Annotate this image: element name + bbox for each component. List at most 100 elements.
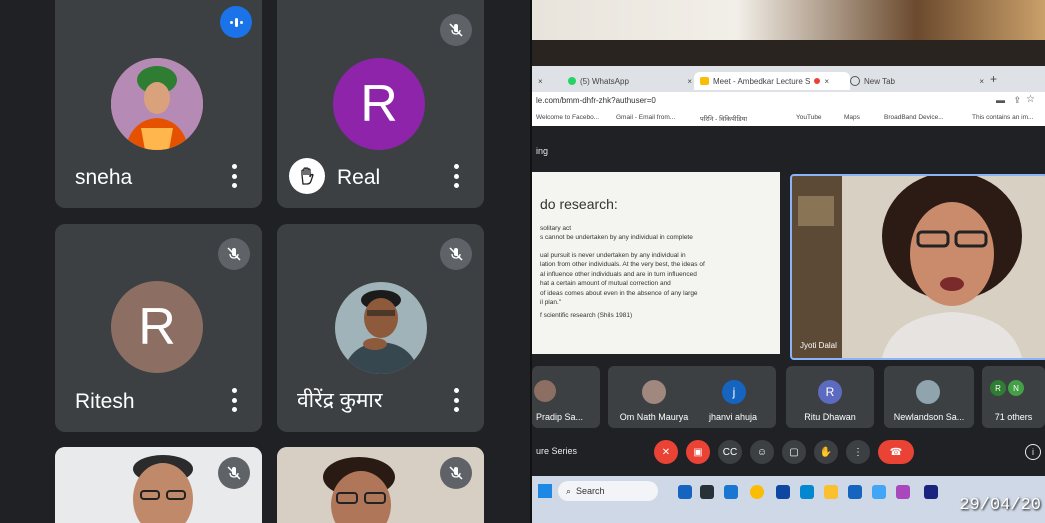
bookmark-item[interactable]: YouTube <box>796 114 822 121</box>
meeting-title: ure Series <box>536 446 578 456</box>
taskbar-app-icon[interactable] <box>924 485 938 499</box>
taskbar-app-icon[interactable] <box>678 485 692 499</box>
participant-tile-real[interactable]: R Real <box>277 0 484 208</box>
captions-button[interactable]: CC <box>718 440 742 464</box>
thumbnail-name: Ritu Dhawan <box>804 412 856 422</box>
close-icon[interactable]: × <box>979 77 990 86</box>
camera-off-button[interactable]: ▣ <box>686 440 710 464</box>
mic-off-button[interactable]: ✕ <box>654 440 678 464</box>
bookmark-item[interactable]: Gmail - Email from... <box>616 114 675 121</box>
participant-name: वीरेंद्र कुमार <box>297 389 383 412</box>
cast-icon[interactable]: ▬ <box>996 95 1005 105</box>
bookmark-item[interactable]: BroadBand Device... <box>884 114 944 121</box>
share-icon[interactable]: ⇪ <box>1013 95 1021 106</box>
slide-line: hat a certain amount of mutual correctio… <box>540 280 671 288</box>
bookmark-item[interactable]: Maps <box>844 114 860 121</box>
windows-start-icon[interactable] <box>538 484 552 498</box>
recording-dot-icon <box>814 78 821 84</box>
mic-off-icon <box>440 457 472 489</box>
more-options-icon[interactable] <box>232 164 238 188</box>
bookmarks-bar: Welcome to Facebo... Gmail - Email from.… <box>532 110 1045 127</box>
bookmark-item[interactable]: परिनि - विकिपीडिया <box>700 114 747 123</box>
avatar: R <box>111 281 203 373</box>
tab-meet[interactable]: Meet - Ambedkar Lecture S × <box>694 72 850 90</box>
close-icon[interactable]: × <box>824 77 833 86</box>
bookmark-item[interactable]: Welcome to Facebo... <box>536 114 599 121</box>
participant-tile-sneha[interactable]: sneha <box>55 0 262 208</box>
taskbar-app-icon[interactable] <box>776 485 790 499</box>
taskbar-app-icon[interactable] <box>872 485 886 499</box>
video-feed <box>792 176 1045 358</box>
leave-call-button[interactable]: ☎ <box>878 440 914 464</box>
participant-tile-video-1[interactable] <box>55 447 262 523</box>
avatar: R <box>818 380 842 404</box>
thumbnail-name: Om Nath Maurya <box>619 412 689 422</box>
avatar <box>111 58 203 150</box>
participant-tile-virendra[interactable]: वीरेंद्र कुमार <box>277 224 484 432</box>
url-text: le.com/bmm-dhfr-zhk?authuser=0 <box>536 96 656 105</box>
laptop-screen-photo: × (5) WhatsApp × Meet - Ambedkar Lecture… <box>532 0 1045 523</box>
tab-whatsapp[interactable]: (5) WhatsApp × <box>562 72 698 90</box>
more-options-icon[interactable] <box>454 388 460 412</box>
taskbar-app-icon[interactable] <box>896 485 910 499</box>
chrome-icon[interactable] <box>750 485 764 499</box>
thumbnail-participant[interactable]: j jhanvi ahuja <box>690 366 776 428</box>
chrome-icon <box>850 76 860 86</box>
more-options-button[interactable]: ⋮ <box>846 440 870 464</box>
speaking-indicator-icon <box>220 6 252 38</box>
taskbar-search[interactable]: ⌕ Search <box>558 481 658 501</box>
thumbnail-others[interactable]: R N 71 others <box>982 366 1045 428</box>
date-stamp: 29/04/20 <box>959 496 1041 515</box>
mic-off-icon <box>440 14 472 46</box>
avatar: R <box>990 380 1006 396</box>
edge-icon[interactable] <box>800 485 814 499</box>
slide-line: il plan." <box>540 298 562 306</box>
more-options-icon[interactable] <box>454 164 460 188</box>
participant-tile-ritesh[interactable]: R Ritesh <box>55 224 262 432</box>
tab-label: New Tab <box>864 76 895 86</box>
address-bar[interactable]: le.com/bmm-dhfr-zhk?authuser=0 ▬ ⇪ ☆ <box>532 92 1045 110</box>
raise-hand-button[interactable]: ✋ <box>814 440 838 464</box>
slide-line: of ideas comes about even in the absence… <box>540 289 698 297</box>
slide-line: lation from other individuals. At the ve… <box>540 261 705 269</box>
new-tab-button[interactable]: + <box>990 72 997 86</box>
slide-line: f scientific research (Shils 1981) <box>540 312 633 320</box>
meeting-label: ing <box>536 146 549 156</box>
presenter-video[interactable]: Jyoti Dalal <box>790 174 1045 360</box>
slide-line: ual pursuit is never undertaken by any i… <box>540 251 686 259</box>
tab-new-tab[interactable]: New Tab × <box>844 72 990 90</box>
meet-icon <box>700 77 709 85</box>
avatar: N <box>1008 380 1024 396</box>
thumbnail-participant[interactable]: Om Nath Maurya <box>608 366 700 428</box>
present-button[interactable]: ▢ <box>782 440 806 464</box>
presentation-slide: do research: solitary act s cannot be un… <box>532 172 780 354</box>
emoji-button[interactable]: ☺ <box>750 440 774 464</box>
slide-line: solitary act <box>540 225 572 232</box>
more-options-icon[interactable] <box>232 388 238 412</box>
star-icon[interactable]: ☆ <box>1026 94 1035 105</box>
participant-tile-video-2[interactable] <box>277 447 484 523</box>
bookmark-item[interactable]: This contains an im... <box>972 114 1033 121</box>
slide-line: s cannot be undertaken by any individual… <box>540 234 693 242</box>
avatar: j <box>722 380 746 404</box>
thumbnail-participant[interactable]: Newlandson Sa... <box>884 366 974 428</box>
tab-label: Meet - Ambedkar Lecture S <box>713 76 811 86</box>
taskbar-app-icon[interactable] <box>848 485 862 499</box>
participant-name: Ritesh <box>75 390 135 413</box>
search-label: Search <box>576 486 605 496</box>
thumbnail-name: Newlandson Sa... <box>893 412 965 422</box>
phone-meet-grid: sneha R Real R Ritesh वीरेंद्र कुमार <box>0 0 530 523</box>
folder-icon[interactable] <box>824 485 838 499</box>
thumbnail-participant[interactable]: R Ritu Dhawan <box>786 366 874 428</box>
avatar <box>916 380 940 404</box>
info-icon[interactable]: i <box>1025 444 1041 460</box>
participant-name: Real <box>337 166 381 189</box>
thumbnail-name: jhanvi ahuja <box>708 412 758 422</box>
thumbnail-name: Pradip Sa... <box>536 412 584 422</box>
avatar <box>335 282 427 374</box>
thumbnail-participant[interactable]: Pradip Sa... <box>532 366 600 428</box>
taskbar-app-icon[interactable] <box>700 485 714 499</box>
taskbar-app-icon[interactable] <box>724 485 738 499</box>
search-icon: ⌕ <box>566 485 572 496</box>
mic-off-icon <box>218 238 250 270</box>
